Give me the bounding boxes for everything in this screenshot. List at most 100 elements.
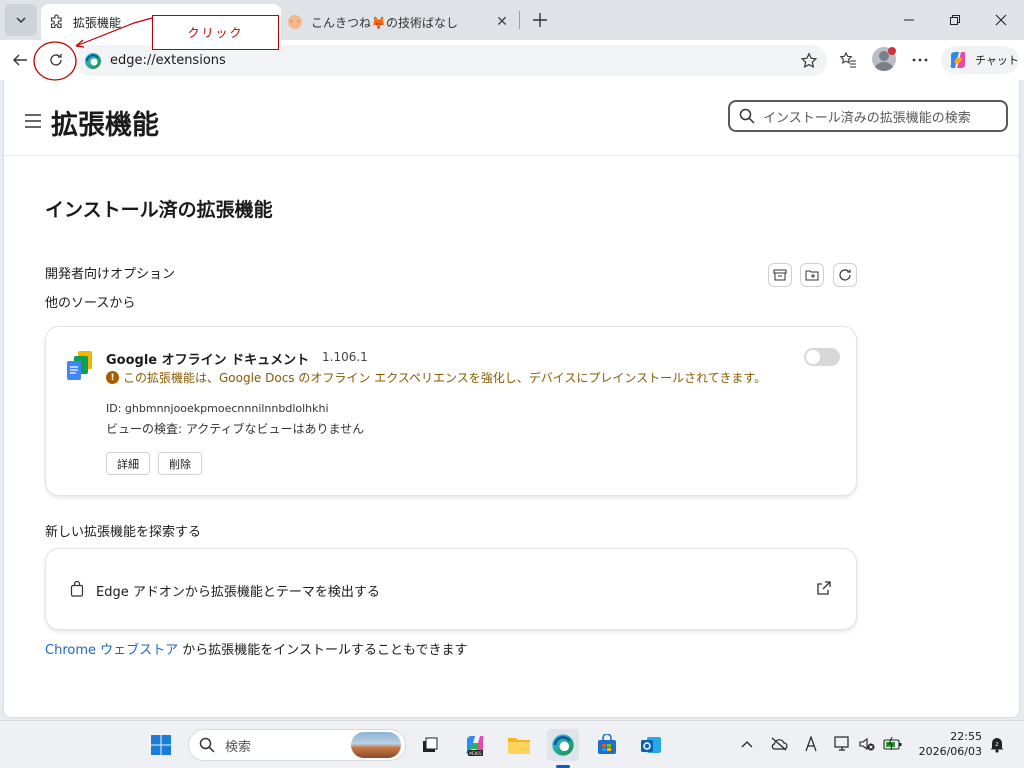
close-tab-icon[interactable]: ✕ [491,11,513,33]
hamburger-menu-icon[interactable] [24,113,42,129]
clock-date: 2026/06/03 [918,745,982,758]
annotation-callout: クリック [152,15,279,50]
extension-warning-text: この拡張機能は、Google Docs のオフライン エクスペリエンスを強化し、… [123,371,767,385]
extensions-page: 拡張機能 インストール済みの拡張機能の検索 インストール済の拡張機能 開発者向け… [3,80,1020,718]
extension-enable-toggle[interactable] [804,348,840,366]
favorites-button[interactable] [832,44,864,76]
svg-text:M365: M365 [469,751,482,757]
update-extensions-button[interactable] [833,263,857,287]
ime-indicator[interactable] [800,733,822,755]
outlook-icon [641,737,661,753]
load-unpacked-button[interactable] [800,263,824,287]
bell-icon: z [990,738,1004,753]
search-highlight-image [351,732,401,758]
tab-blog[interactable]: こんきつね🦊の技術ばなし ✕ [281,4,519,40]
clock-time: 22:55 [950,730,982,743]
outlook-button[interactable] [635,729,667,761]
puzzle-icon [49,14,65,30]
restore-icon [950,15,960,25]
edge-addons-link-text: Edge アドオンから拡張機能とテーマを検出する [96,585,380,600]
windows-logo-icon [151,735,171,755]
windows-taskbar: 検索 M365 22:55 2026/06/03 z [0,720,1024,768]
m365-app-button[interactable]: M365 [459,729,491,761]
extension-card: Google オフライン ドキュメント 1.106.1 ! この拡張機能は、Go… [45,326,857,496]
toggle-knob [806,350,820,364]
extension-version: 1.106.1 [322,350,368,364]
discover-section-title: 新しい拡張機能を探索する [45,525,202,540]
favorites-list-icon [839,51,856,68]
search-placeholder: インストール済みの拡張機能の検索 [763,110,971,126]
installed-section-title: インストール済の拡張機能 [45,199,273,221]
back-button[interactable] [4,44,36,76]
copilot-icon [950,52,966,68]
svg-text:z: z [995,741,998,748]
page-title: 拡張機能 [51,110,159,141]
taskbar-clock[interactable]: 22:55 2026/06/03 [916,729,982,759]
fox-favicon-icon [287,14,303,30]
copilot-chat-button[interactable]: チャット [941,46,1019,74]
chevron-up-icon [741,741,753,748]
extension-inspect-views: ビューの検査: アクティブなビューはありません [106,422,365,436]
taskbar-search-placeholder: 検索 [225,739,252,755]
task-view-icon [423,737,438,752]
tray-network-off[interactable] [768,733,790,755]
refresh-icon [839,269,851,281]
chrome-store-line: Chrome ウェブストア から拡張機能をインストールすることもできます [45,639,468,658]
task-view-button[interactable] [414,729,446,761]
notification-bell[interactable]: z [986,733,1008,755]
edge-logo-icon [85,52,101,69]
extension-search-input[interactable]: インストール済みの拡張機能の検索 [728,100,1008,132]
close-icon [995,14,1007,26]
notification-dot [888,47,896,55]
extension-name: Google オフライン ドキュメント [106,353,310,368]
edge-taskbar-button[interactable] [547,729,579,761]
tab-actions-menu-button[interactable] [5,4,37,36]
ime-a-icon [805,736,817,752]
new-tab-button[interactable] [526,6,554,34]
cloud-off-icon [771,737,788,751]
more-menu-button[interactable] [904,44,936,76]
tray-battery[interactable] [882,733,904,755]
plus-icon [533,13,547,27]
shopping-bag-icon [70,581,84,597]
edge-addons-link-card[interactable]: Edge アドオンから拡張機能とテーマを検出する [45,548,857,630]
microsoft-365-icon: M365 [466,736,484,757]
start-button[interactable] [145,729,177,761]
developer-options-label: 開発者向けオプション [45,267,176,282]
taskbar-search-box[interactable]: 検索 [188,729,406,761]
refresh-button[interactable] [40,44,72,76]
restore-button[interactable] [932,0,978,40]
minimize-button[interactable] [886,0,932,40]
tab-separator [519,11,520,29]
file-explorer-button[interactable] [503,729,535,761]
details-button[interactable]: 詳細 [106,452,150,475]
ellipsis-icon [912,58,928,62]
add-favorite-icon[interactable] [795,47,823,75]
show-hidden-icons[interactable] [736,733,758,755]
chrome-store-link[interactable]: ウェブストア [100,643,178,658]
google-docs-offline-icon [67,351,92,380]
pack-extension-button[interactable] [768,263,792,287]
tray-volume-muted[interactable] [856,733,878,755]
store-button[interactable] [591,729,623,761]
arrow-left-icon [13,54,27,66]
volume-mute-icon [859,737,875,751]
store-bag-icon [598,734,616,754]
page-header: 拡張機能 インストール済みの拡張機能の検索 [4,80,1019,156]
remove-button[interactable]: 削除 [158,452,202,475]
extension-warning: ! この拡張機能は、Google Docs のオフライン エクスペリエンスを強化… [106,369,766,386]
external-link-icon [817,581,831,595]
search-icon [739,108,755,124]
folder-icon [805,270,819,281]
folder-icon [508,738,530,754]
address-text: edge://extensions [110,53,226,68]
edge-logo-icon [552,734,574,756]
chrome-store-prefix[interactable]: Chrome [45,643,96,658]
from-other-sources-label: 他のソースから [45,296,136,311]
close-window-button[interactable] [978,0,1024,40]
minimize-icon [904,19,914,21]
tray-display[interactable] [832,733,854,755]
chevron-down-icon [16,17,26,24]
refresh-icon [50,54,62,66]
battery-charging-icon [883,737,902,751]
